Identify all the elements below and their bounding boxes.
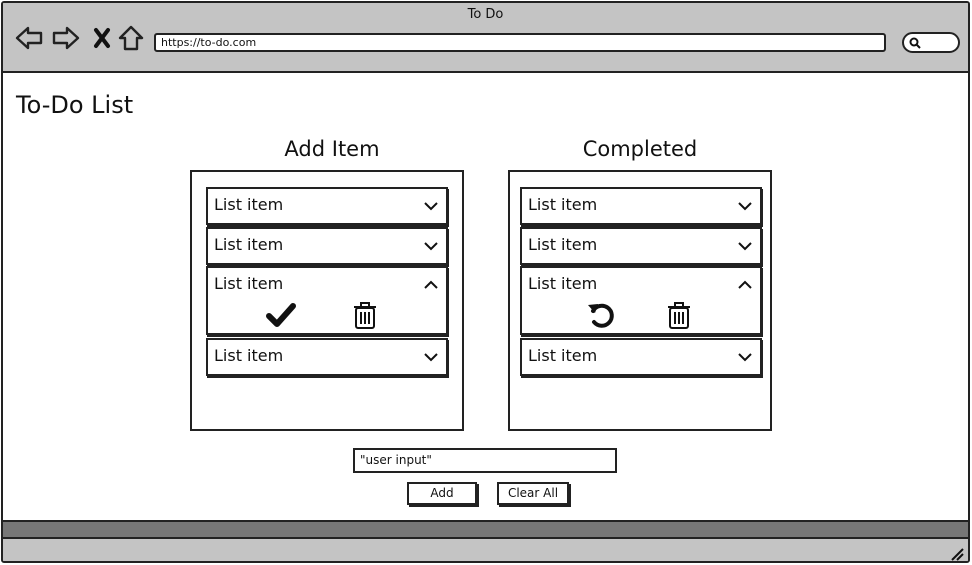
undo-icon[interactable] — [586, 300, 616, 330]
new-item-input[interactable]: "user input" — [353, 448, 617, 473]
chevron-down-icon[interactable] — [738, 201, 752, 211]
horizontal-scrollbar[interactable] — [3, 520, 968, 539]
list-item[interactable]: List item — [206, 227, 448, 265]
page-title: To-Do List — [16, 91, 134, 119]
chevron-down-icon[interactable] — [738, 241, 752, 251]
home-icon[interactable] — [116, 23, 146, 53]
list-item-label: List item — [214, 274, 284, 293]
chevron-down-icon[interactable] — [738, 352, 752, 362]
browser-window: To Do https://to-do.com To-Do List Add I… — [1, 1, 970, 563]
add-item-heading: Add Item — [284, 137, 380, 161]
chevron-down-icon[interactable] — [424, 201, 438, 211]
list-item-label: List item — [214, 195, 284, 214]
browser-titlebar: To Do https://to-do.com — [3, 3, 968, 73]
list-item-label: List item — [528, 274, 598, 293]
list-item-expanded[interactable]: List item — [206, 266, 448, 335]
chevron-down-icon[interactable] — [424, 352, 438, 362]
add-item-panel: List item List item List item List item — [190, 170, 464, 431]
resize-grip-icon[interactable] — [950, 547, 964, 561]
list-item[interactable]: List item — [206, 338, 448, 376]
list-item[interactable]: List item — [206, 187, 448, 225]
chevron-up-icon[interactable] — [424, 280, 438, 290]
completed-heading: Completed — [582, 137, 698, 161]
list-item-label: List item — [528, 195, 598, 214]
window-title: To Do — [467, 7, 504, 22]
clear-all-button[interactable]: Clear All — [497, 482, 569, 505]
list-item-label: List item — [528, 235, 598, 254]
list-item-expanded[interactable]: List item — [520, 266, 762, 335]
list-item-label: List item — [214, 346, 284, 365]
back-icon[interactable] — [14, 23, 44, 53]
completed-panel: List item List item List item List item — [508, 170, 772, 431]
status-bar — [3, 539, 968, 561]
trash-icon[interactable] — [664, 300, 694, 330]
add-button[interactable]: Add — [407, 482, 477, 505]
list-item-label: List item — [214, 235, 284, 254]
list-item[interactable]: List item — [520, 338, 762, 376]
list-item[interactable]: List item — [520, 187, 762, 225]
url-bar[interactable]: https://to-do.com — [154, 33, 886, 52]
chevron-up-icon[interactable] — [738, 280, 752, 290]
search-icon — [909, 37, 921, 49]
chevron-down-icon[interactable] — [424, 241, 438, 251]
list-item[interactable]: List item — [520, 227, 762, 265]
check-icon[interactable] — [266, 300, 296, 330]
trash-icon[interactable] — [350, 300, 380, 330]
forward-icon[interactable] — [51, 23, 81, 53]
browser-search[interactable] — [902, 32, 960, 53]
list-item-label: List item — [528, 346, 598, 365]
close-icon[interactable] — [87, 23, 117, 53]
